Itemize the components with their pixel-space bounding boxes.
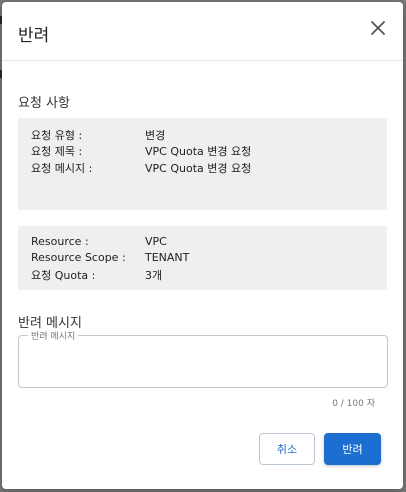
info-label: 요청 유형 : xyxy=(31,129,83,142)
info-value: VPC xyxy=(145,235,167,248)
info-value: TENANT xyxy=(145,251,190,264)
info-label: 요청 제목 : xyxy=(31,145,83,158)
info-row-request-message: 요청 메시지 : VPC Quota 변경 요청 xyxy=(31,160,371,176)
reject-message-label: 반려 메시지 xyxy=(28,329,79,342)
info-value: VPC Quota 변경 요청 xyxy=(145,162,252,175)
close-button[interactable] xyxy=(369,19,387,37)
cancel-button[interactable]: 취소 xyxy=(259,433,315,465)
request-info-box: 요청 유형 : 변경 요청 제목 : VPC Quota 변경 요청 요청 메시… xyxy=(18,118,387,210)
resource-info-box: Resource : VPC Resource Scope : TENANT 요… xyxy=(18,226,387,290)
info-row-request-type: 요청 유형 : 변경 xyxy=(31,127,371,143)
dialog-header: 반려 xyxy=(2,2,403,61)
info-value: VPC Quota 변경 요청 xyxy=(145,145,252,158)
info-label: Resource Scope : xyxy=(31,251,126,264)
request-section-title: 요청 사항 xyxy=(18,96,70,111)
dialog-title: 반려 xyxy=(18,26,50,46)
info-row-request-quota: 요청 Quota : 3개 xyxy=(31,267,371,283)
reject-button[interactable]: 반려 xyxy=(324,433,381,465)
reject-message-field[interactable]: 반려 메시지 xyxy=(18,329,388,388)
info-label: 요청 메시지 : xyxy=(31,162,93,175)
info-value: 변경 xyxy=(145,129,166,142)
reject-dialog: 반려 요청 사항 요청 유형 : 변경 요청 제목 : VPC Quota 변경… xyxy=(2,2,403,489)
reject-message-input[interactable] xyxy=(25,344,381,382)
info-label: Resource : xyxy=(31,235,89,248)
info-label: 요청 Quota : xyxy=(31,269,96,282)
info-row-resource: Resource : VPC xyxy=(31,235,371,251)
info-row-resource-scope: Resource Scope : TENANT xyxy=(31,251,371,267)
info-row-request-title: 요청 제목 : VPC Quota 변경 요청 xyxy=(31,143,371,159)
close-icon xyxy=(371,21,385,35)
character-counter: 0 / 100 자 xyxy=(332,399,375,409)
info-value: 3개 xyxy=(145,269,163,282)
